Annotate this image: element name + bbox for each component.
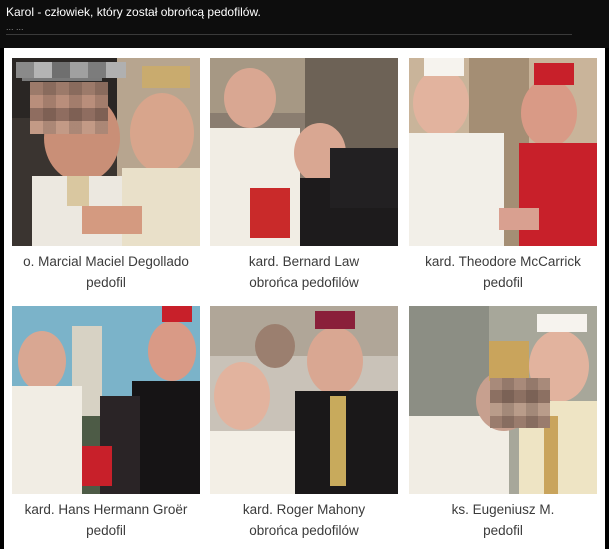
caption-mccarrick: kard. Theodore McCarrick pedofil — [403, 251, 603, 293]
caption-name: kard. Roger Mahony — [242, 502, 366, 517]
post-header: Karol - człowiek, który został obrońcą p… — [0, 0, 609, 48]
caption-eugeniusz: ks. Eugeniusz M. pedofil — [403, 499, 603, 541]
pixelated-face-blur — [490, 378, 550, 428]
caption-label: obrońca pedofilów — [249, 275, 359, 290]
photo-mahony-and-pope — [210, 306, 398, 494]
header-divider — [6, 34, 572, 35]
photo-mccarrick-and-pope — [409, 58, 597, 246]
photo-groer-and-pope — [12, 306, 200, 494]
caption-label: pedofil — [86, 275, 126, 290]
caption-mahony: kard. Roger Mahony obrońca pedofilów — [204, 499, 404, 541]
caption-groer: kard. Hans Hermann Groër pedofil — [6, 499, 206, 541]
caption-label: pedofil — [483, 275, 523, 290]
caption-law: kard. Bernard Law obrońca pedofilów — [204, 251, 404, 293]
caption-maciel: o. Marcial Maciel Degollado pedofil — [6, 251, 206, 293]
pixelated-banner-blur — [16, 62, 126, 78]
post-title: Karol - człowiek, który został obrońcą p… — [6, 5, 261, 19]
photo-law-and-pope — [210, 58, 398, 246]
caption-name: kard. Bernard Law — [248, 254, 360, 269]
pixelated-face-blur — [30, 82, 108, 134]
caption-label: pedofil — [86, 523, 126, 538]
caption-name: kard. Hans Hermann Groër — [24, 502, 188, 517]
caption-name: o. Marcial Maciel Degollado — [23, 254, 189, 269]
post-subtitle: ... ... — [6, 22, 24, 32]
caption-label: pedofil — [483, 523, 523, 538]
caption-label: obrońca pedofilów — [249, 523, 359, 538]
caption-name: kard. Theodore McCarrick — [425, 254, 581, 269]
caption-name: ks. Eugeniusz M. — [451, 502, 555, 517]
